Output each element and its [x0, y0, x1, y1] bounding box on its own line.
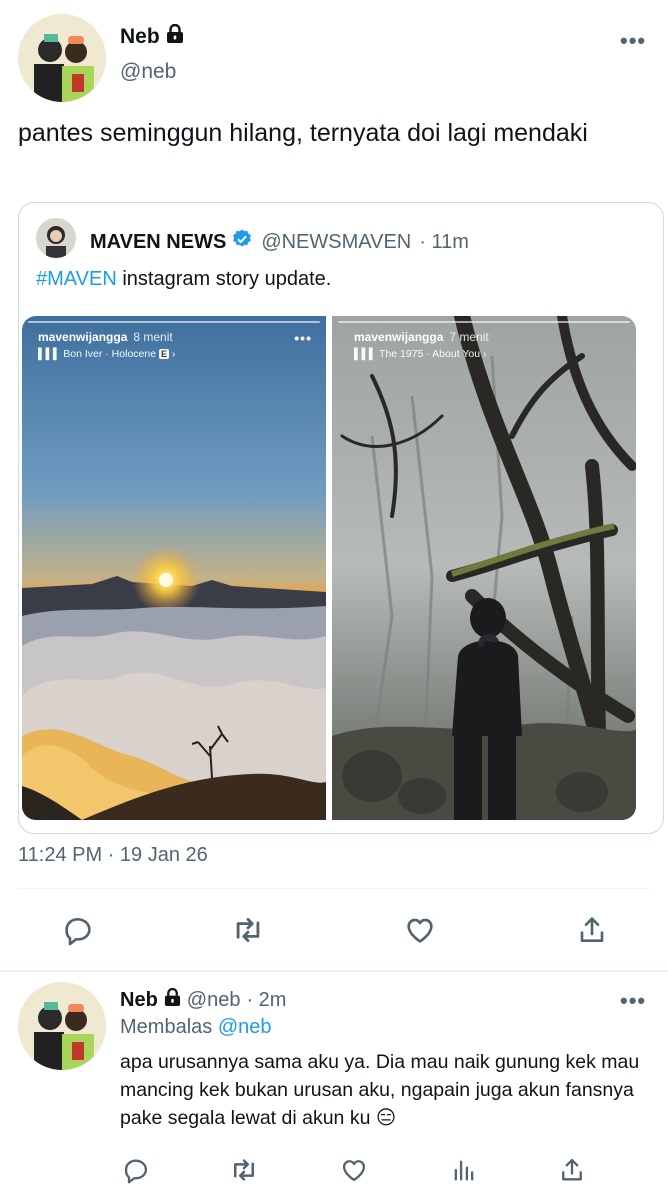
story-header-left: mavenwijangga 8 menit ▌▌▌ Bon Iver · Holo… — [38, 330, 176, 360]
share-icon — [562, 1158, 582, 1181]
quote-text: #MAVEN instagram story update. — [36, 268, 332, 290]
quote-author-name[interactable]: MAVEN NEWS — [90, 228, 253, 256]
more-options-icon[interactable]: ••• — [620, 28, 646, 54]
reply-icon — [124, 1159, 148, 1184]
reply-reply-button[interactable] — [118, 1154, 154, 1186]
reply-retweet-button[interactable] — [226, 1154, 262, 1186]
reply-analytics-button[interactable] — [446, 1154, 482, 1186]
author-handle[interactable]: @neb — [120, 60, 176, 84]
lock-icon — [164, 987, 181, 1013]
reply-more-options-icon[interactable]: ••• — [620, 988, 646, 1014]
like-icon — [342, 1160, 366, 1182]
retweet-button[interactable] — [228, 910, 268, 950]
lock-icon — [166, 23, 184, 50]
story-music-right: ▌▌▌ The 1975 · About You › — [354, 348, 487, 360]
hashtag-link[interactable]: #MAVEN — [36, 268, 117, 290]
replying-to: Membalas @neb — [120, 1016, 272, 1038]
reply-time: · 2m — [246, 989, 287, 1011]
story-more-icon: ••• — [294, 330, 312, 346]
reply-author-avatar[interactable] — [18, 982, 106, 1070]
analytics-icon — [454, 1160, 474, 1181]
reply-text: apa urusannya sama aku ya. Dia mau naik … — [120, 1051, 640, 1129]
share-icon — [580, 917, 604, 942]
retweet-icon — [236, 917, 260, 943]
story-header-right: mavenwijangga 7 menit ▌▌▌ The 1975 · Abou… — [354, 330, 489, 360]
reply-icon — [65, 918, 91, 946]
like-icon — [407, 918, 433, 943]
replying-to-mention[interactable]: @neb — [218, 1016, 272, 1038]
story-photo-sunrise[interactable]: mavenwijangga 8 menit ▌▌▌ Bon Iver · Holo… — [22, 316, 326, 820]
section-divider — [0, 970, 668, 972]
story-photo-forest[interactable]: mavenwijangga 7 menit ▌▌▌ The 1975 · Abou… — [332, 316, 636, 820]
quote-time: · 11m — [419, 230, 469, 253]
retweet-icon — [234, 1159, 254, 1181]
reply-share-button[interactable] — [554, 1154, 590, 1186]
share-button[interactable] — [572, 910, 612, 950]
story-music-left: ▌▌▌ Bon Iver · Holocene E › — [38, 348, 176, 360]
quote-header: MAVEN NEWS @NEWSMAVEN · 11m — [90, 228, 469, 256]
reply-like-button[interactable] — [336, 1154, 372, 1186]
quote-author-handle[interactable]: @NEWSMAVEN — [261, 231, 411, 254]
reply-header: Neb @neb · 2m — [120, 987, 287, 1013]
tweet-text: pantes seminggun hilang, ternyata doi la… — [18, 119, 588, 147]
reply-author-name[interactable]: Neb — [120, 987, 181, 1013]
reply-author-handle[interactable]: @neb — [187, 989, 241, 1012]
like-button[interactable] — [400, 910, 440, 950]
tweet-timestamp[interactable]: 11:24 PM · 19 Jan 26 — [18, 844, 208, 867]
quote-avatar[interactable] — [36, 218, 76, 258]
author-name[interactable]: Neb — [120, 23, 184, 50]
divider — [18, 888, 650, 889]
author-avatar[interactable] — [18, 14, 106, 102]
verified-badge-icon — [231, 228, 253, 256]
reply-button[interactable] — [58, 910, 98, 950]
